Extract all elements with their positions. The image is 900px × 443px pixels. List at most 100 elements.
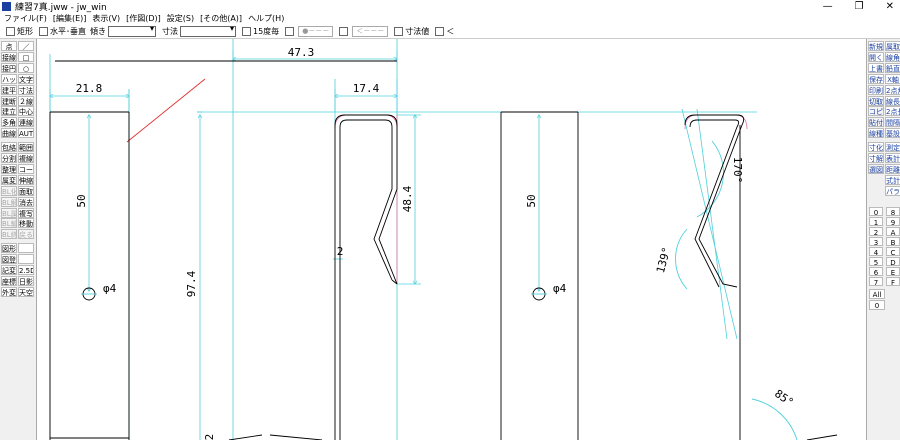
right-tool-6-1[interactable]: 2点長 — [885, 106, 900, 117]
left-tool-6-1[interactable]: 中心線 — [18, 106, 34, 117]
menu-other[interactable]: [その他(A)] — [196, 13, 244, 24]
left-tool-14-1[interactable]: 消去 — [18, 196, 34, 207]
left-tool-11-1[interactable]: コーナー — [18, 163, 34, 174]
right-tool-11-1[interactable]: 距離 — [885, 163, 900, 174]
left-tool-12-0[interactable]: 属変 — [1, 174, 17, 185]
right-tool-11-0[interactable]: 選図 — [868, 163, 884, 174]
right-tool-8-0[interactable]: 線種 — [868, 128, 884, 139]
layer-button-9[interactable]: 9 — [886, 217, 900, 226]
minimize-button[interactable]: — — [823, 0, 833, 13]
left-tool-20-1[interactable]: 2.5D — [18, 265, 34, 275]
left-tool-2-0[interactable]: 接円 — [1, 62, 17, 73]
left-tool-15-0[interactable]: BL属 — [1, 207, 17, 218]
layer-button-E[interactable]: E — [886, 267, 900, 276]
right-tool-3-0[interactable]: 保存 — [868, 73, 884, 84]
right-tool-10-0[interactable]: 寸解 — [868, 153, 884, 163]
layer-button-A[interactable]: A — [886, 227, 900, 236]
layer-button-3[interactable]: 3 — [869, 237, 883, 246]
left-tool-22-0[interactable]: 外変 — [1, 286, 17, 297]
layer-button-4[interactable]: 4 — [869, 247, 883, 256]
layer-button-0[interactable]: 0 — [869, 207, 883, 216]
menu-help[interactable]: ヘルプ(H) — [244, 13, 286, 24]
layer-button-F[interactable]: F — [886, 277, 900, 286]
left-tool-1-0[interactable]: 接線 — [1, 51, 17, 62]
left-tool-16-1[interactable]: 移動 — [18, 218, 34, 229]
left-tool-10-1[interactable]: 複線 — [18, 153, 34, 163]
left-tool-19-1[interactable] — [18, 254, 34, 265]
layer-button-6[interactable]: 6 — [869, 267, 883, 276]
left-tool-8-0[interactable]: 曲線 — [1, 128, 17, 139]
circle-line-button[interactable]: ●－－－ — [298, 25, 334, 37]
last-checkbox[interactable] — [435, 26, 445, 36]
right-tool-7-1[interactable]: 間隔 — [885, 117, 900, 128]
deg15-checkbox[interactable] — [242, 26, 251, 36]
right-tool-4-1[interactable]: 2点角 — [885, 84, 900, 95]
left-tool-7-0[interactable]: 多角形 — [1, 117, 17, 128]
dim-value-checkbox[interactable] — [394, 26, 404, 36]
left-tool-14-0[interactable]: BL解 — [1, 196, 17, 207]
dim-combo[interactable] — [180, 24, 236, 37]
left-tool-1-1[interactable]: □ — [18, 51, 34, 62]
layer-button-1[interactable]: 1 — [869, 217, 883, 226]
layer-button-5[interactable]: 5 — [869, 257, 883, 266]
left-tool-17-1[interactable]: 戻る — [18, 229, 34, 240]
rect-checkbox[interactable] — [6, 26, 15, 36]
maximize-button[interactable]: ❐ — [855, 0, 864, 13]
left-tool-5-0[interactable]: 建断 — [1, 95, 17, 106]
left-tool-16-0[interactable]: BL編 — [1, 218, 17, 229]
left-tool-19-0[interactable]: 図登 — [1, 254, 17, 265]
circle-line-checkbox[interactable] — [285, 26, 295, 36]
layer-button-C[interactable]: C — [886, 247, 900, 256]
left-tool-18-1[interactable] — [18, 243, 34, 254]
left-tool-21-1[interactable]: 日影 — [18, 275, 34, 286]
layer-button-7[interactable]: 7 — [869, 277, 883, 286]
left-tool-8-1[interactable]: AUTO — [18, 128, 34, 139]
menu-file[interactable]: ファイル(F) — [0, 13, 49, 24]
right-tool-7-0[interactable]: 貼付 — [868, 117, 884, 128]
layer-button-B[interactable]: B — [886, 237, 900, 246]
layer-button-D[interactable]: D — [886, 257, 900, 266]
left-tool-18-0[interactable]: 図形 — [1, 243, 17, 254]
right-tool-3-1[interactable]: X軸 — [885, 73, 900, 84]
right-tool-12-1[interactable]: 式計 — [885, 174, 900, 185]
right-tool-6-0[interactable]: コピー — [868, 106, 884, 117]
left-tool-9-1[interactable]: 範囲 — [18, 142, 34, 153]
drawing-canvas[interactable]: 47.3 21.8 17.4 50 48.4 97.4 50 2 2 φ4 φ4… — [37, 39, 866, 441]
left-tool-0-0[interactable]: 点 — [1, 41, 17, 51]
right-tool-5-1[interactable]: 線長 — [885, 95, 900, 106]
drawing-svg[interactable]: 47.3 21.8 17.4 50 48.4 97.4 50 2 2 φ4 φ4… — [37, 39, 866, 441]
right-tool-2-0[interactable]: 上書 — [868, 62, 884, 73]
right-tool-0-1[interactable]: 属取 — [885, 41, 900, 51]
left-tool-6-0[interactable]: 建立 — [1, 106, 17, 117]
left-tool-20-0[interactable]: 記変 — [1, 265, 17, 275]
left-tool-0-1[interactable]: ／ — [18, 41, 34, 51]
left-tool-5-1[interactable]: ２線 — [18, 95, 34, 106]
left-tool-13-0[interactable]: BL化 — [1, 185, 17, 196]
layer-all-button[interactable]: All — [869, 289, 885, 299]
layer-button-2[interactable]: 2 — [869, 227, 883, 236]
right-tool-9-1[interactable]: 測定 — [885, 142, 900, 153]
left-tool-4-1[interactable]: 寸法 — [18, 84, 34, 95]
horiz-vert-checkbox[interactable] — [39, 26, 48, 36]
layer-zero-button[interactable]: 0 — [869, 300, 885, 310]
left-tool-17-0[interactable]: BL終 — [1, 229, 17, 240]
right-tool-10-1[interactable]: 表計 — [885, 153, 900, 163]
right-tool-13-1[interactable]: パラメ — [885, 185, 900, 196]
left-tool-12-1[interactable]: 伸縮 — [18, 174, 34, 185]
right-tool-9-0[interactable]: 寸化 — [868, 142, 884, 153]
close-button[interactable]: ✕ — [886, 0, 894, 13]
left-tool-13-1[interactable]: 面取 — [18, 185, 34, 196]
left-tool-2-1[interactable]: ○ — [18, 62, 34, 73]
left-tool-9-0[interactable]: 包絡 — [1, 142, 17, 153]
right-tool-2-1[interactable]: 鉛直 — [885, 62, 900, 73]
left-tool-3-0[interactable]: ハッチ — [1, 73, 17, 84]
left-tool-10-0[interactable]: 分割 — [1, 153, 17, 163]
right-tool-4-0[interactable]: 印刷 — [868, 84, 884, 95]
left-tool-11-0[interactable]: 整理 — [1, 163, 17, 174]
menu-edit[interactable]: [編集(E)] — [49, 13, 89, 24]
arrow-line-checkbox[interactable] — [339, 26, 349, 36]
menu-draw[interactable]: [作図(D)] — [122, 13, 163, 24]
arrow-line-button[interactable]: ＜－－－ — [352, 25, 389, 37]
tilt-combo[interactable] — [108, 24, 156, 37]
left-tool-4-0[interactable]: 建平 — [1, 84, 17, 95]
